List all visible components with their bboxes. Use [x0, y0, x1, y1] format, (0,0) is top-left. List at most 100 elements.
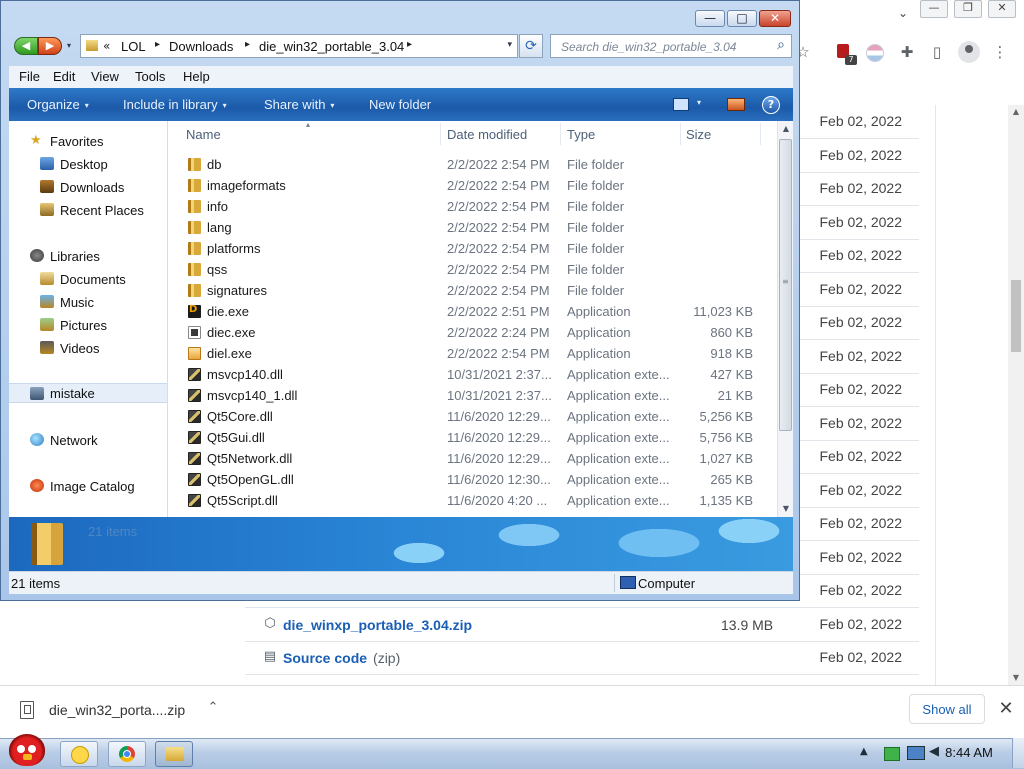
nav-pictures[interactable]: Pictures: [9, 315, 167, 335]
recent-locations-dropdown-icon[interactable]: ▾: [67, 41, 71, 50]
file-row[interactable]: Qt5Script.dll 11/6/2020 4:20 ... Applicati…: [168, 490, 777, 511]
menu-view[interactable]: View: [91, 69, 119, 84]
breadcrumb-current-folder[interactable]: die_win32_portable_3.04: [259, 39, 404, 54]
tray-volume-icon[interactable]: ◀: [929, 744, 939, 759]
column-header-date-modified[interactable]: Date modified: [447, 127, 527, 142]
new-folder-button[interactable]: New folder: [369, 97, 431, 112]
search-input[interactable]: [559, 38, 768, 56]
breadcrumb-lol[interactable]: LOL: [121, 39, 146, 54]
nav-mistake[interactable]: mistake: [9, 383, 167, 403]
column-header-size[interactable]: Size: [686, 127, 711, 142]
file-row[interactable]: signatures 2/2/2022 2:54 PM File folder: [168, 280, 777, 301]
side-panel-icon[interactable]: ▯: [927, 42, 947, 62]
file-row[interactable]: Qt5OpenGL.dll 11/6/2020 12:30... Applicati…: [168, 469, 777, 490]
menu-tools[interactable]: Tools: [135, 69, 165, 84]
column-divider[interactable]: [680, 123, 681, 145]
file-row[interactable]: qss 2/2/2022 2:54 PM File folder: [168, 259, 777, 280]
profile-avatar-icon[interactable]: [958, 41, 980, 63]
taskbar-clock[interactable]: 8:44 AM: [944, 745, 994, 760]
menu-file[interactable]: File: [19, 69, 40, 84]
refresh-icon[interactable]: ⟳: [519, 34, 543, 58]
file-row[interactable]: info 2/2/2022 2:54 PM File folder: [168, 196, 777, 217]
explorer-maximize-button[interactable]: □: [727, 10, 757, 27]
breadcrumb-overflow-icon[interactable]: «: [103, 39, 110, 53]
breadcrumb-separator-icon[interactable]: ▸: [155, 39, 160, 50]
include-in-library-button[interactable]: Include in library ▾: [123, 97, 227, 112]
tab-search-chevron-icon[interactable]: ⌄: [898, 6, 914, 20]
column-divider[interactable]: [760, 123, 761, 145]
file-row[interactable]: Qt5Network.dll 11/6/2020 12:29... Applicat…: [168, 448, 777, 469]
column-header-type[interactable]: Type: [567, 127, 595, 142]
source-code-row[interactable]: ▤ Source code (zip) Feb 02, 2022: [245, 641, 919, 675]
nav-libraries[interactable]: Libraries: [9, 246, 167, 266]
explorer-close-button[interactable]: ✕: [759, 10, 791, 27]
file-row[interactable]: msvcp140_1.dll 10/31/2021 2:37... Applicat…: [168, 385, 777, 406]
nav-downloads[interactable]: Downloads: [9, 177, 167, 197]
file-list-scroll-thumb[interactable]: ≡: [779, 139, 792, 431]
show-hidden-icons-arrow-icon[interactable]: ▲: [860, 746, 868, 757]
taskbar-app-chrome[interactable]: [108, 741, 146, 767]
page-scroll-down-icon[interactable]: ▼: [1008, 671, 1024, 685]
nav-desktop[interactable]: Desktop: [9, 154, 167, 174]
file-row[interactable]: diel.exe 2/2/2022 2:54 PM Application 918 K…: [168, 343, 777, 364]
taskbar-app-messenger[interactable]: [60, 741, 98, 767]
browser-menu-icon[interactable]: ⋮: [990, 42, 1010, 62]
tray-battery-icon[interactable]: [884, 747, 900, 761]
forward-arrow-icon[interactable]: ▶: [38, 37, 62, 55]
tray-network-icon[interactable]: [907, 746, 925, 760]
show-all-downloads-button[interactable]: Show all: [909, 694, 985, 724]
source-code-link[interactable]: Source code (zip): [283, 650, 400, 666]
menu-help[interactable]: Help: [183, 69, 210, 84]
file-row[interactable]: db 2/2/2022 2:54 PM File folder: [168, 154, 777, 175]
back-arrow-icon[interactable]: ◀: [14, 37, 38, 55]
nav-music[interactable]: Music: [9, 292, 167, 312]
file-row[interactable]: diec.exe 2/2/2022 2:24 PM Application 860 K…: [168, 322, 777, 343]
file-row[interactable]: die.exe 2/2/2022 2:51 PM Application 11,023…: [168, 301, 777, 322]
page-scroll-thumb[interactable]: [1011, 280, 1021, 352]
file-list-scrollbar[interactable]: ▲ ≡ ▼: [777, 121, 793, 517]
show-desktop-button[interactable]: [1012, 738, 1024, 768]
search-icon[interactable]: ⌕: [777, 37, 785, 53]
browser-close-button[interactable]: ✕: [988, 0, 1016, 18]
file-row[interactable]: platforms 2/2/2022 2:54 PM File folder: [168, 238, 777, 259]
explorer-minimize-button[interactable]: —: [695, 10, 725, 27]
browser-restore-button[interactable]: ❐: [954, 0, 982, 18]
column-header-name[interactable]: Name: [186, 127, 221, 142]
preview-pane-icon[interactable]: [727, 98, 745, 111]
scroll-down-arrow-icon[interactable]: ▼: [778, 501, 794, 517]
nav-network[interactable]: Network: [9, 430, 167, 450]
column-divider[interactable]: [440, 123, 441, 145]
file-row[interactable]: Qt5Core.dll 11/6/2020 12:29... Application…: [168, 406, 777, 427]
page-scrollbar[interactable]: ▲ ▼: [1008, 105, 1024, 685]
file-row[interactable]: msvcp140.dll 10/31/2021 2:37... Applicatio…: [168, 364, 777, 385]
download-options-chevron-icon[interactable]: ⌃: [205, 700, 221, 715]
address-dropdown-icon[interactable]: ▾: [507, 40, 512, 50]
nav-documents[interactable]: Documents: [9, 269, 167, 289]
extension-globe-icon[interactable]: [866, 44, 884, 62]
nav-image-catalog[interactable]: Image Catalog: [9, 476, 167, 496]
file-row[interactable]: lang 2/2/2022 2:54 PM File folder: [168, 217, 777, 238]
download-item-name[interactable]: die_win32_porta....zip: [49, 702, 185, 718]
help-icon[interactable]: ?: [762, 96, 780, 114]
column-divider[interactable]: [560, 123, 561, 145]
asset-row[interactable]: ⬡ die_winxp_portable_3.04.zip 13.9 MB Fe…: [245, 608, 919, 642]
breadcrumb-separator-icon[interactable]: ▸: [245, 39, 250, 50]
browser-minimize-button[interactable]: —: [920, 0, 948, 18]
close-download-shelf-icon[interactable]: ✕: [996, 698, 1016, 719]
page-scroll-up-icon[interactable]: ▲: [1008, 105, 1024, 119]
asset-link[interactable]: die_winxp_portable_3.04.zip: [283, 617, 472, 633]
breadcrumb-downloads[interactable]: Downloads: [169, 39, 233, 54]
view-options-dropdown-icon[interactable]: ▾: [697, 98, 701, 107]
extensions-puzzle-icon[interactable]: ✚: [897, 42, 917, 62]
start-button[interactable]: [0, 731, 54, 768]
nav-recent-places[interactable]: Recent Places: [9, 200, 167, 220]
file-row[interactable]: imageformats 2/2/2022 2:54 PM File folder: [168, 175, 777, 196]
file-row[interactable]: Qt5Gui.dll 11/6/2020 12:29... Application …: [168, 427, 777, 448]
organize-button[interactable]: Organize ▾: [27, 97, 89, 112]
nav-videos[interactable]: Videos: [9, 338, 167, 358]
share-with-button[interactable]: Share with ▾: [264, 97, 334, 112]
nav-favorites[interactable]: ★ Favorites: [9, 131, 167, 151]
scroll-up-arrow-icon[interactable]: ▲: [778, 121, 794, 137]
change-view-icon[interactable]: [673, 98, 689, 111]
taskbar-app-explorer[interactable]: [155, 741, 193, 767]
